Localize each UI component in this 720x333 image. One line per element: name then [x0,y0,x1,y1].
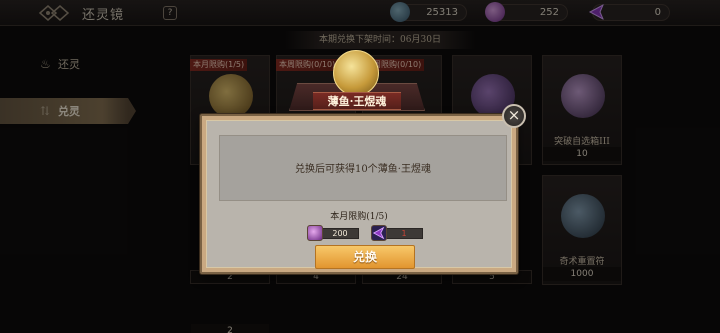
item-name: 薄鱼·王煜魂 [327,95,387,108]
purple-orb-icon [307,225,323,241]
monthly-limit: 本月限购(1/5) [330,212,388,222]
purple-crystal-icon [371,225,387,241]
cost-value: 1 [401,229,407,238]
cost-purple-crystal: 1 [371,225,425,241]
cost-purple-orb: 200 [307,225,361,241]
item-header: 薄鱼·王煜魂 [287,50,427,117]
exchange-message: 兑换后可获得10个薄鱼·王煜魂 [295,164,431,175]
golden-fish-medal-icon [333,50,379,96]
message-box: 兑换后可获得10个薄鱼·王煜魂 [219,135,507,201]
close-icon[interactable]: × [502,104,526,128]
exchange-button[interactable]: 兑换 [315,245,415,269]
cost-value: 200 [332,229,348,238]
exchange-dialog: 兑换后可获得10个薄鱼·王煜魂 本月限购(1/5) 200 1 兑换 [200,114,518,274]
dialog-body: 兑换后可获得10个薄鱼·王煜魂 本月限购(1/5) 200 1 兑换 [206,120,512,269]
